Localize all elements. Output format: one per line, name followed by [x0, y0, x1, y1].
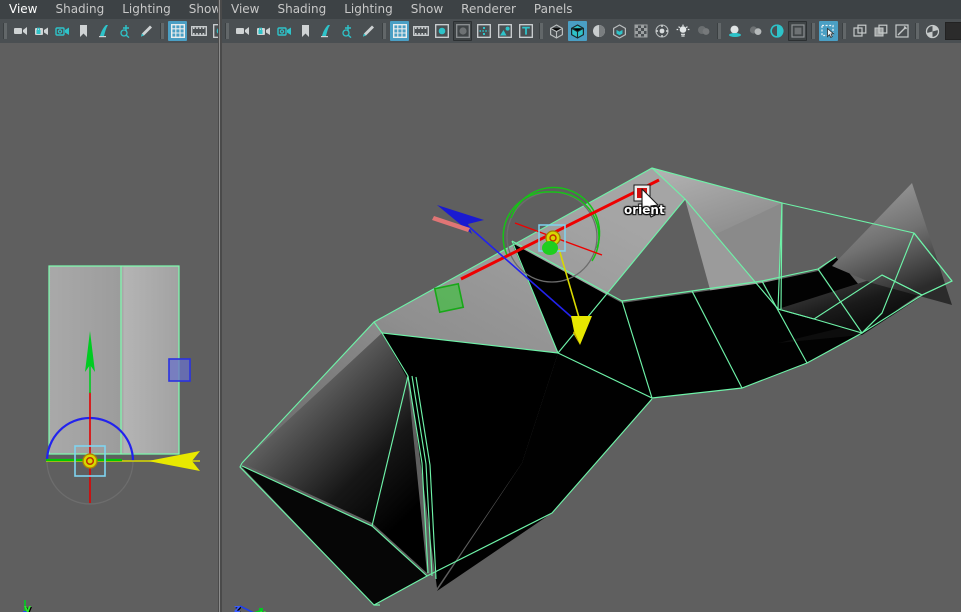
- toolbar-separator: [811, 23, 815, 39]
- menu-lighting[interactable]: Lighting: [113, 0, 180, 19]
- film-origin-icon[interactable]: [474, 21, 493, 41]
- isolate-select-icon[interactable]: [850, 21, 869, 41]
- exposure-field[interactable]: 0.00: [945, 22, 961, 40]
- right-panel-toolbar: 0.00 1.00: [222, 19, 961, 43]
- exposure-icon[interactable]: [923, 21, 942, 41]
- twopoint-icon[interactable]: [116, 21, 135, 41]
- toolbar-separator: [382, 23, 386, 39]
- left-panel-menubar: View Shading Lighting Show »: [0, 0, 243, 19]
- text-overlay-icon[interactable]: [516, 21, 535, 41]
- grid-icon[interactable]: [168, 21, 187, 41]
- no-paint-icon[interactable]: [892, 21, 911, 41]
- grid-icon[interactable]: [390, 21, 409, 41]
- menu-lighting[interactable]: Lighting: [335, 0, 402, 19]
- menu-panels[interactable]: Panels: [525, 0, 582, 19]
- maya-application-window: View Shading Lighting Show »: [0, 0, 961, 612]
- xray-icon[interactable]: [631, 21, 650, 41]
- left-panel-toolbar: [0, 19, 218, 43]
- resolution-gate-icon[interactable]: [210, 21, 218, 41]
- camera-icon[interactable]: [11, 21, 30, 41]
- shaded-wireframe-icon[interactable]: [610, 21, 629, 41]
- front-viewport[interactable]: y x Isolate : front Scene Timecode: 00:0…: [0, 43, 218, 612]
- persp-viewport[interactable]: orient z y x Isolate : persp Scene Timec…: [222, 43, 961, 612]
- menu-shading[interactable]: Shading: [46, 0, 113, 19]
- viewport-panel-front: View Shading Lighting Show »: [0, 0, 243, 612]
- film-gate-icon[interactable]: [411, 21, 430, 41]
- menu-shading[interactable]: Shading: [268, 0, 335, 19]
- flat-shading-icon[interactable]: [589, 21, 608, 41]
- lighting-default-icon[interactable]: [673, 21, 692, 41]
- film-gate-icon[interactable]: [189, 21, 208, 41]
- toolbar-separator: [842, 23, 846, 39]
- camera-settings-icon[interactable]: [275, 21, 294, 41]
- smooth-shading-icon[interactable]: [568, 21, 587, 41]
- bookmark-icon[interactable]: [296, 21, 315, 41]
- grease-pencil-icon[interactable]: [359, 21, 378, 41]
- ambient-occlusion-icon[interactable]: [746, 21, 765, 41]
- splitter-line: [219, 0, 220, 612]
- menu-renderer[interactable]: Renderer: [452, 0, 525, 19]
- bookmark-icon[interactable]: [74, 21, 93, 41]
- toolbar-separator: [225, 23, 229, 39]
- grease-pencil-icon[interactable]: [137, 21, 156, 41]
- shadows-icon[interactable]: [725, 21, 744, 41]
- camera-settings-icon[interactable]: [53, 21, 72, 41]
- xray-active-icon[interactable]: [871, 21, 890, 41]
- camera-lock-icon[interactable]: [254, 21, 273, 41]
- toolbar-separator: [160, 23, 164, 39]
- camera-icon[interactable]: [233, 21, 252, 41]
- image-plane-icon[interactable]: [95, 21, 114, 41]
- lighting-none-icon[interactable]: [694, 21, 713, 41]
- viewport-panel-persp: View Shading Lighting Show Renderer Pane…: [222, 0, 961, 612]
- toolbar-separator: [915, 23, 919, 39]
- toolbar-separator: [539, 23, 543, 39]
- toolbar-separator: [717, 23, 721, 39]
- gate-mask-icon[interactable]: [453, 21, 472, 41]
- xray-joints-icon[interactable]: [652, 21, 671, 41]
- screenspace-fx-icon[interactable]: [788, 21, 807, 41]
- safe-action-icon[interactable]: [495, 21, 514, 41]
- image-plane-icon[interactable]: [317, 21, 336, 41]
- wireframe-shading-icon[interactable]: [547, 21, 566, 41]
- menu-view[interactable]: View: [222, 0, 268, 19]
- menu-view[interactable]: View: [0, 0, 46, 19]
- camera-lock-icon[interactable]: [32, 21, 51, 41]
- select-marquee-icon[interactable]: [819, 21, 838, 41]
- twopoint-icon[interactable]: [338, 21, 357, 41]
- menu-show[interactable]: Show: [402, 0, 452, 19]
- right-panel-menubar: View Shading Lighting Show Renderer Pane…: [222, 0, 961, 19]
- motion-blur-icon[interactable]: [767, 21, 786, 41]
- toolbar-separator: [3, 23, 7, 39]
- resolution-gate-icon[interactable]: [432, 21, 451, 41]
